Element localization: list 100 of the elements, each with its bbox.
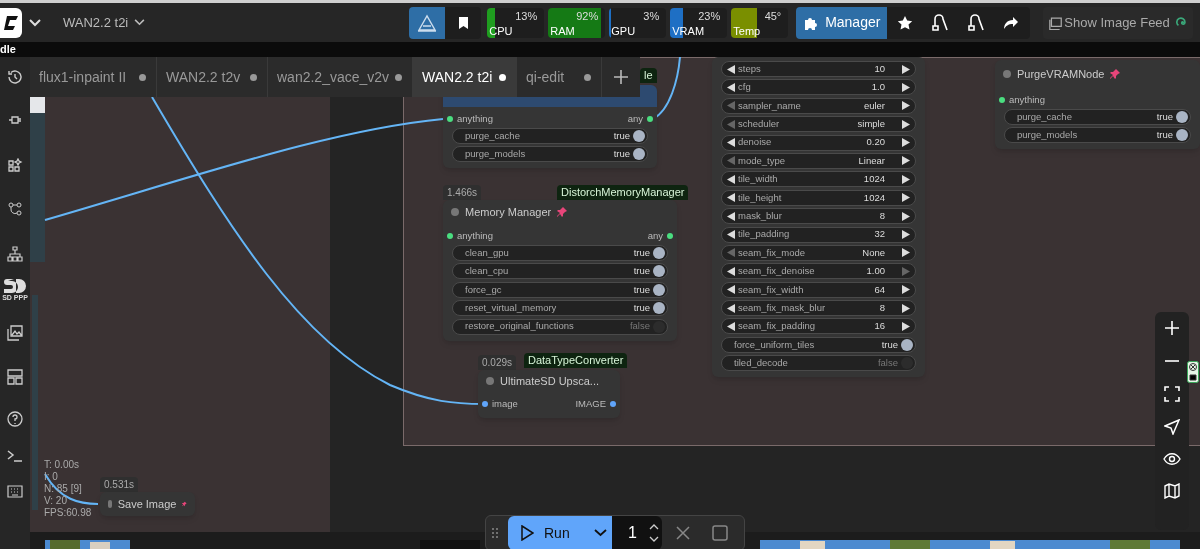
workflow-menu[interactable]: WAN2.2 t2i xyxy=(63,12,146,33)
number-widget[interactable]: tile_padding 32 xyxy=(721,226,916,243)
star-icon[interactable] xyxy=(897,14,914,31)
decrement-arrow-icon[interactable] xyxy=(727,266,735,276)
vacuum-icon[interactable] xyxy=(967,13,986,32)
pin-icon[interactable] xyxy=(557,207,568,217)
monitor-value: 45° xyxy=(764,10,782,22)
decrement-arrow-icon[interactable] xyxy=(727,82,735,92)
decrement-arrow-icon[interactable] xyxy=(727,321,735,331)
map-icon[interactable] xyxy=(1164,483,1180,499)
share-icon[interactable] xyxy=(1003,15,1020,30)
execution-time: 0.531s xyxy=(100,477,139,492)
increment-arrow-icon[interactable] xyxy=(902,82,910,92)
vacuum-icon[interactable] xyxy=(931,13,950,32)
decrement-arrow-icon[interactable] xyxy=(727,303,735,313)
eye-icon[interactable] xyxy=(1163,452,1181,466)
increment-arrow-icon[interactable] xyxy=(902,138,910,148)
toggle-widget[interactable]: force_uniform_tiles true xyxy=(721,336,916,353)
toggle-widget[interactable]: reset_virtual_memory true xyxy=(452,300,668,317)
node-title: Save Image xyxy=(117,496,177,512)
increment-arrow-icon[interactable] xyxy=(902,193,910,203)
app-logo[interactable] xyxy=(0,7,22,38)
toggle-widget[interactable]: purge_cache true xyxy=(1004,109,1191,125)
monitor-label: GPU xyxy=(611,25,636,37)
node-badge: DistorchMemoryManager xyxy=(557,185,689,200)
zoom-in-icon[interactable] xyxy=(1164,320,1180,336)
crystools-button[interactable] xyxy=(409,6,446,39)
number-widget[interactable]: seam_fix_padding 16 xyxy=(721,318,916,335)
help-icon[interactable] xyxy=(7,411,23,427)
increment-arrow-icon[interactable] xyxy=(902,303,910,313)
number-widget[interactable]: cfg 1.0 xyxy=(721,79,916,96)
combo-widget[interactable]: mode_type Linear xyxy=(721,152,916,169)
pin-icon[interactable] xyxy=(182,499,187,509)
number-widget[interactable]: seam_fix_mask_blur 8 xyxy=(721,300,916,317)
increment-arrow-icon[interactable] xyxy=(902,248,910,258)
toggle-value: true xyxy=(881,337,898,352)
toggle-widget[interactable]: clean_gpu true xyxy=(452,245,668,261)
increment-arrow-icon[interactable] xyxy=(902,211,910,221)
toggle-widget[interactable]: purge_cache true xyxy=(452,128,648,144)
layout-icon[interactable] xyxy=(7,369,23,385)
increment-arrow-icon[interactable] xyxy=(902,119,910,129)
increment-arrow-icon[interactable] xyxy=(902,321,910,331)
increment-icon[interactable] xyxy=(648,524,659,530)
node-library-icon[interactable] xyxy=(7,158,23,174)
toggle-widget[interactable]: tiled_decode false xyxy=(721,355,916,372)
chevron-down-icon[interactable] xyxy=(29,18,41,27)
decrement-arrow-icon[interactable] xyxy=(727,64,735,74)
number-widget[interactable]: tile_height 1024 xyxy=(721,189,916,206)
combo-widget[interactable]: seam_fix_mode None xyxy=(721,244,916,261)
toggle-widget[interactable]: force_gc true xyxy=(452,281,668,298)
image-feed-button[interactable]: Show Image Feed xyxy=(1043,6,1194,39)
stop-icon[interactable] xyxy=(712,525,728,541)
number-widget[interactable]: steps 10 xyxy=(721,61,916,77)
toggle-value: true xyxy=(633,282,650,297)
terminal-icon[interactable] xyxy=(7,449,23,463)
image-icon xyxy=(1049,15,1063,30)
toggle-widget[interactable]: restore_original_functions false xyxy=(452,318,668,335)
fit-view-icon[interactable] xyxy=(1164,386,1180,402)
batch-count-field[interactable]: 1 xyxy=(612,516,662,549)
number-widget[interactable]: seam_fix_width 64 xyxy=(721,281,916,298)
workflow-icon[interactable] xyxy=(7,201,23,217)
sitemap-icon[interactable] xyxy=(7,246,23,262)
drag-handle-icon[interactable] xyxy=(492,527,498,539)
images-icon[interactable] xyxy=(7,325,23,341)
keyboard-icon[interactable] xyxy=(7,485,23,498)
increment-arrow-icon[interactable] xyxy=(902,156,910,166)
close-icon[interactable] xyxy=(676,526,690,540)
run-button[interactable]: Run xyxy=(508,516,612,549)
decrement-arrow-icon[interactable] xyxy=(727,138,735,148)
sd-logo-icon[interactable] xyxy=(3,278,27,294)
decrement-arrow-icon[interactable] xyxy=(727,285,735,295)
increment-arrow-icon[interactable] xyxy=(902,101,910,111)
number-widget[interactable]: mask_blur 8 xyxy=(721,208,916,225)
number-widget[interactable]: seam_fix_denoise 1.00 xyxy=(721,263,916,280)
decrement-arrow-icon[interactable] xyxy=(727,211,735,221)
toggle-value: true xyxy=(633,245,650,260)
plug-icon[interactable] xyxy=(8,114,22,126)
toggle-widget[interactable]: purge_models true xyxy=(1004,127,1191,144)
decrement-icon[interactable] xyxy=(648,536,659,542)
decrement-arrow-icon[interactable] xyxy=(727,230,735,239)
decrement-arrow-icon[interactable] xyxy=(727,193,735,203)
workflow-tab[interactable]: WAN2.2 t2i xyxy=(413,57,517,97)
increment-arrow-icon[interactable] xyxy=(902,174,910,184)
increment-arrow-icon[interactable] xyxy=(902,64,910,74)
decrement-arrow-icon[interactable] xyxy=(727,174,735,184)
manager-button[interactable]: Manager xyxy=(796,6,888,39)
widget-value: 1024 xyxy=(863,172,885,187)
combo-widget[interactable]: sampler_name euler xyxy=(721,97,916,114)
stats-text: N: 85 [9] xyxy=(44,483,83,495)
number-widget[interactable]: denoise 0.20 xyxy=(721,134,916,151)
combo-widget[interactable]: scheduler simple xyxy=(721,116,916,133)
extension-icon[interactable] xyxy=(1187,361,1199,383)
pin-icon[interactable] xyxy=(1110,69,1121,79)
toggle-widget[interactable]: purge_models true xyxy=(452,146,648,163)
history-icon[interactable] xyxy=(7,69,23,85)
navigation-icon[interactable] xyxy=(1164,419,1180,435)
increment-arrow-icon[interactable] xyxy=(902,285,910,295)
toggle-widget[interactable]: clean_cpu true xyxy=(452,263,668,280)
number-widget[interactable]: tile_width 1024 xyxy=(721,171,916,188)
increment-arrow-icon[interactable] xyxy=(902,230,910,239)
